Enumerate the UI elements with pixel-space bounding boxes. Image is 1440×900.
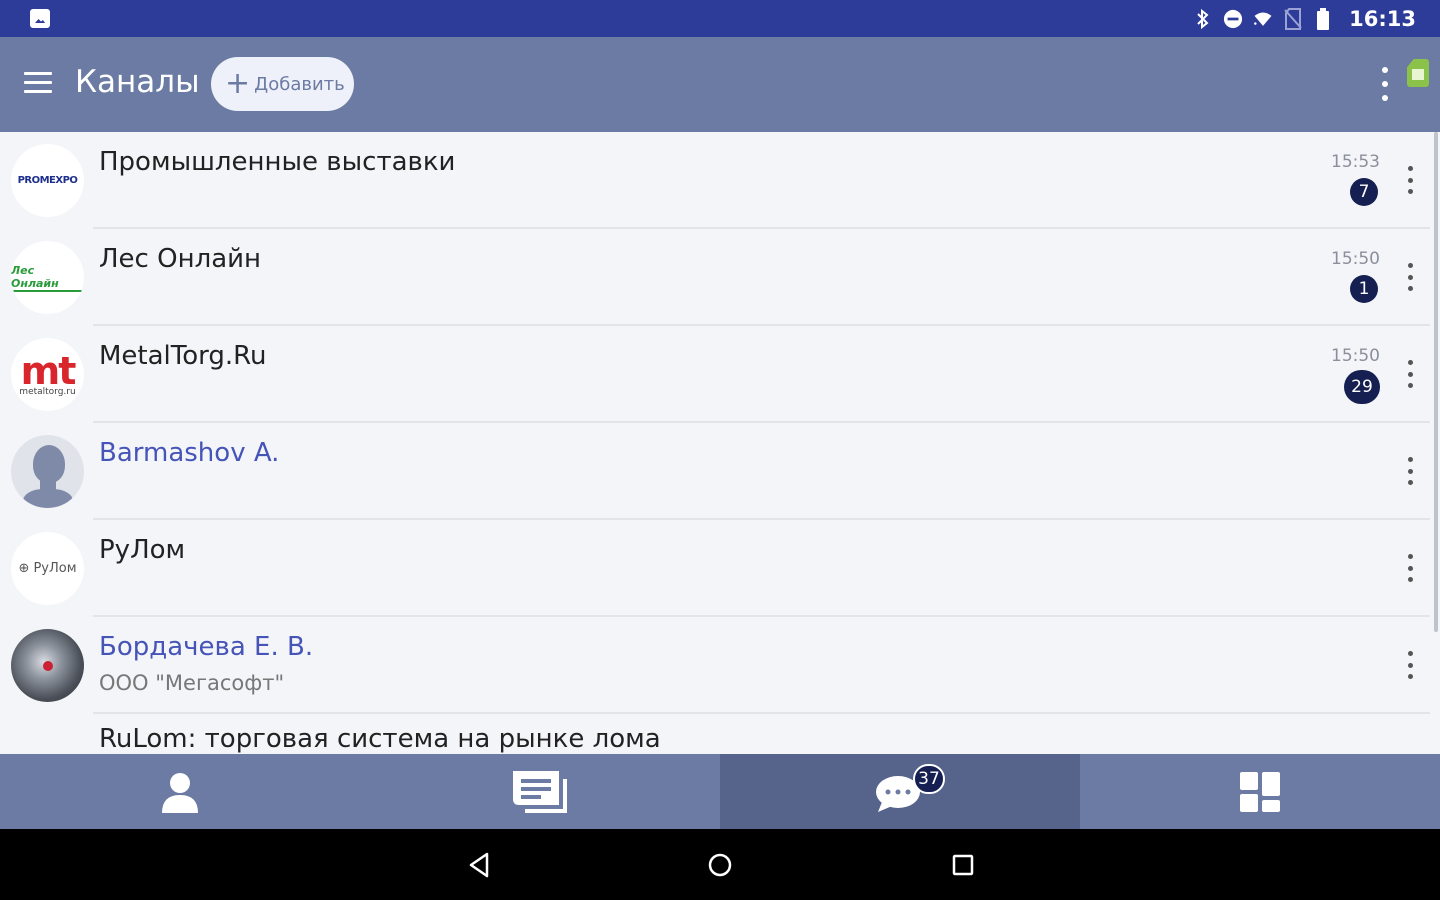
person-placeholder-icon xyxy=(11,435,84,508)
nav-news[interactable] xyxy=(360,754,720,829)
metaltorg-logo: mt metaltorg.ru xyxy=(11,338,84,411)
more-vert-icon[interactable] xyxy=(1406,554,1414,582)
home-icon[interactable] xyxy=(706,851,734,879)
status-bar: 16:13 xyxy=(0,0,1440,37)
channel-row[interactable]: Лес Онлайн Лес Онлайн 15:50 1 xyxy=(0,229,1430,326)
channel-subtitle: ООО "Мегасофт" xyxy=(99,671,285,695)
status-time: 16:13 xyxy=(1349,6,1416,31)
channel-row[interactable]: Barmashov A. xyxy=(0,423,1430,520)
sim-card-icon xyxy=(1407,59,1429,87)
more-vert-icon[interactable] xyxy=(1406,360,1414,388)
status-icons: 16:13 xyxy=(1193,0,1416,37)
unread-badge: 29 xyxy=(1344,370,1380,404)
gallery-notification-icon xyxy=(30,9,50,28)
person-icon xyxy=(162,772,198,813)
channel-row[interactable]: PROMEXPO Промышленные выставки 15:53 7 xyxy=(0,132,1430,229)
app-bar: Каналы + Добавить xyxy=(0,37,1440,132)
channel-time: 15:50 xyxy=(1331,346,1380,366)
scrollbar[interactable] xyxy=(1434,132,1438,632)
more-vert-icon[interactable] xyxy=(1406,457,1414,485)
channel-name: Промышленные выставки xyxy=(99,147,456,177)
channel-list[interactable]: PROMEXPO Промышленные выставки 15:53 7 Л… xyxy=(0,132,1440,754)
wifi-icon xyxy=(1253,9,1273,29)
channel-row[interactable]: ⊕ РуЛом РуЛом xyxy=(0,520,1430,617)
system-navigation xyxy=(0,829,1440,900)
bottom-navigation: 37 xyxy=(0,754,1440,829)
battery-icon xyxy=(1313,7,1333,30)
news-icon xyxy=(513,770,567,813)
channel-name: RuLom: торговая система на рынке лома xyxy=(99,724,661,754)
les-online-logo: Лес Онлайн xyxy=(11,241,84,314)
back-icon[interactable] xyxy=(465,851,493,879)
channel-row[interactable]: Бордачева Е. В. ООО "Мегасофт" xyxy=(0,617,1430,714)
more-vert-icon[interactable] xyxy=(1406,263,1414,291)
more-vert-icon[interactable] xyxy=(1406,166,1414,194)
nav-profile[interactable] xyxy=(0,754,360,829)
more-vert-icon[interactable] xyxy=(1377,67,1393,101)
do-not-disturb-icon xyxy=(1223,9,1243,29)
nav-apps[interactable] xyxy=(1080,754,1440,829)
add-channel-button[interactable]: + Добавить xyxy=(211,57,354,111)
more-vert-icon[interactable] xyxy=(1406,651,1414,679)
user-photo xyxy=(11,629,84,702)
rulom-logo: ⊕ РуЛом xyxy=(11,532,84,605)
channel-row[interactable]: mt metaltorg.ru MetalTorg.Ru 15:50 29 xyxy=(0,326,1430,423)
channel-name: MetalTorg.Ru xyxy=(99,341,267,371)
channel-row[interactable]: RuLom: торговая система на рынке лома xyxy=(0,714,1430,754)
unread-badge: 7 xyxy=(1350,178,1378,206)
channel-time: 15:50 xyxy=(1331,249,1380,269)
grid-icon xyxy=(1240,771,1280,812)
unread-badge: 1 xyxy=(1350,275,1378,303)
chat-unread-badge: 37 xyxy=(913,764,945,794)
menu-icon[interactable] xyxy=(24,72,52,94)
promexpo-logo: PROMEXPO xyxy=(11,144,84,217)
channel-name: РуЛом xyxy=(99,535,186,565)
recents-icon[interactable] xyxy=(949,851,977,879)
page-title: Каналы xyxy=(75,64,200,100)
nav-chats[interactable]: 37 xyxy=(720,754,1080,829)
group-icon xyxy=(11,726,84,754)
channel-name: Бордачева Е. В. xyxy=(99,632,314,662)
channel-name: Barmashov A. xyxy=(99,438,280,468)
plus-icon: + xyxy=(225,66,251,101)
bluetooth-icon xyxy=(1193,8,1213,29)
channel-name: Лес Онлайн xyxy=(99,244,262,274)
add-button-label: Добавить xyxy=(254,73,345,95)
channel-time: 15:53 xyxy=(1331,152,1380,172)
no-sim-icon xyxy=(1283,7,1303,30)
